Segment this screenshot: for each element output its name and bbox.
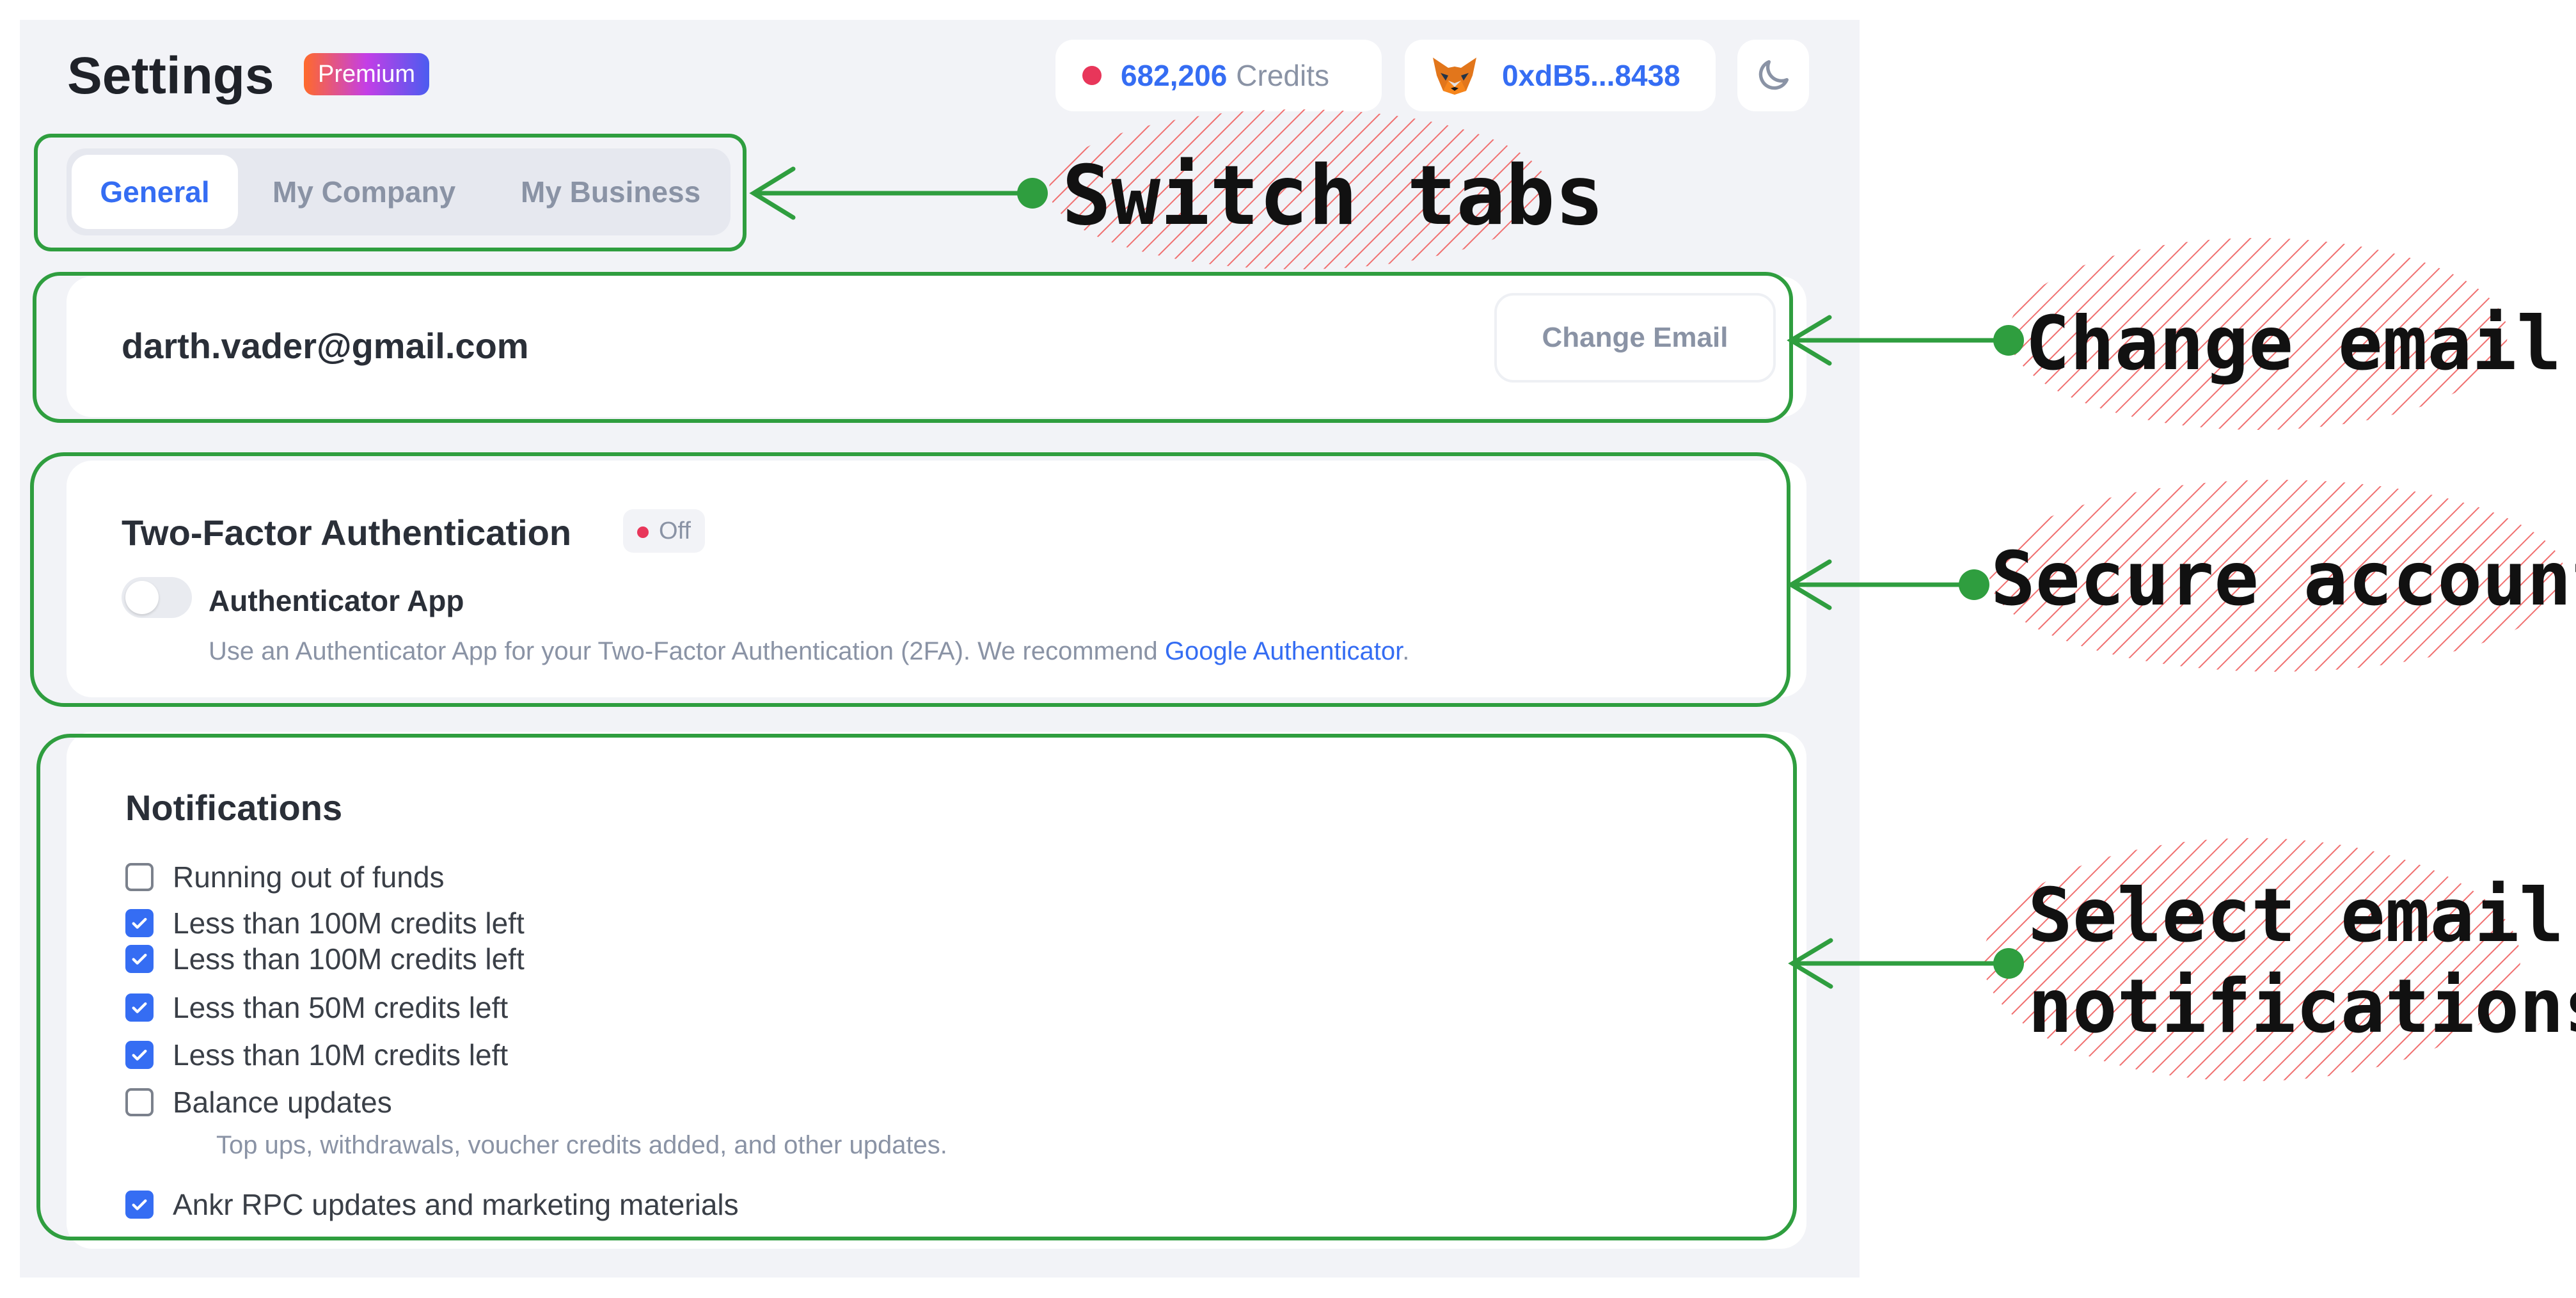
metamask-fox-icon	[1433, 58, 1476, 95]
checkbox[interactable]	[125, 993, 154, 1022]
notifications-title: Notifications	[125, 788, 343, 828]
user-email: darth.vader@gmail.com	[122, 326, 529, 366]
two-factor-card: Two-Factor Authentication Off Authentica…	[67, 461, 1806, 697]
checkmark-icon	[132, 1199, 147, 1210]
annotation-change-email: Change email	[2025, 301, 2562, 387]
tab-my-company[interactable]: My Company	[273, 155, 455, 229]
two-factor-description-text: Use an Authenticator App for your Two-Fa…	[209, 637, 1165, 665]
notification-label: Less than 100M credits left	[173, 906, 525, 940]
annotation-secure-account: Secure account	[1991, 536, 2576, 622]
notification-option[interactable]: Less than 100M credits left	[125, 906, 525, 940]
notification-option[interactable]: Running out of funds	[125, 860, 445, 894]
annotation-notifications: notifications	[2028, 963, 2576, 1050]
moon-icon	[1758, 60, 1789, 90]
credits-value: 682,206	[1121, 59, 1228, 92]
notification-label: Ankr RPC updates and marketing materials	[173, 1188, 739, 1221]
tab-general[interactable]: General	[72, 155, 238, 229]
credits-label: Credits	[1236, 59, 1329, 92]
annotation-select-email: Select email	[2028, 873, 2564, 959]
wallet-address: 0xdB5...8438	[1502, 59, 1680, 92]
credits-pill[interactable]: 682,206 Credits	[1055, 40, 1382, 111]
two-factor-description-end: .	[1402, 637, 1410, 665]
notifications-card: Notifications Running out of funds Less …	[67, 732, 1806, 1249]
page-title: Settings	[67, 47, 274, 105]
checkmark-icon	[132, 917, 147, 929]
two-factor-status-badge: Off	[623, 509, 705, 553]
two-factor-title: Two-Factor Authentication	[122, 512, 572, 553]
notification-option[interactable]: Less than 100M credits left	[125, 942, 525, 976]
arrow-dot-change-email	[1993, 325, 2024, 356]
checkmark-icon	[132, 1002, 147, 1013]
arrow-dot-secure-account	[1959, 569, 1989, 600]
checkbox[interactable]	[125, 909, 154, 937]
premium-badge: Premium	[304, 53, 430, 95]
checkbox[interactable]	[125, 1088, 154, 1116]
settings-tabs: General My Company My Business	[67, 148, 731, 235]
credits-status-dot	[1082, 66, 1102, 85]
google-authenticator-link[interactable]: Google Authenticator	[1165, 637, 1402, 665]
checkbox[interactable]	[125, 1191, 154, 1219]
annotation-switch-tabs: Switch tabs	[1062, 148, 1604, 244]
change-email-button[interactable]: Change Email	[1494, 293, 1776, 383]
notification-label: Less than 50M credits left	[173, 991, 509, 1024]
theme-toggle-button[interactable]	[1737, 40, 1809, 111]
status-dot	[637, 526, 649, 538]
checkbox[interactable]	[125, 863, 154, 891]
wallet-pill[interactable]: 0xdB5...8438	[1405, 40, 1716, 111]
checkmark-icon	[132, 1049, 147, 1061]
authenticator-app-label: Authenticator App	[209, 584, 464, 617]
checkbox[interactable]	[125, 945, 154, 973]
notification-option[interactable]: Ankr RPC updates and marketing materials	[125, 1187, 739, 1222]
two-factor-description: Use an Authenticator App for your Two-Fa…	[209, 637, 1409, 666]
notification-label: Less than 100M credits left	[173, 942, 525, 976]
notification-label: Balance updates	[173, 1086, 392, 1119]
arrow-dot-notifications	[1993, 948, 2024, 979]
notification-label: Less than 10M credits left	[173, 1038, 509, 1072]
notification-option[interactable]: Balance updates	[125, 1085, 392, 1120]
authenticator-app-toggle[interactable]	[122, 577, 192, 618]
notification-option[interactable]: Less than 10M credits left	[125, 1038, 508, 1072]
email-card: darth.vader@gmail.com Change Email	[67, 276, 1806, 417]
balance-updates-subtext: Top ups, withdrawals, voucher credits ad…	[216, 1131, 947, 1159]
toggle-knob	[125, 581, 159, 614]
checkbox[interactable]	[125, 1041, 154, 1069]
checkmark-icon	[132, 953, 147, 965]
two-factor-status: Off	[659, 518, 691, 544]
tab-my-business[interactable]: My Business	[521, 155, 700, 229]
notification-label: Running out of funds	[173, 860, 445, 894]
notification-option[interactable]: Less than 50M credits left	[125, 990, 508, 1025]
